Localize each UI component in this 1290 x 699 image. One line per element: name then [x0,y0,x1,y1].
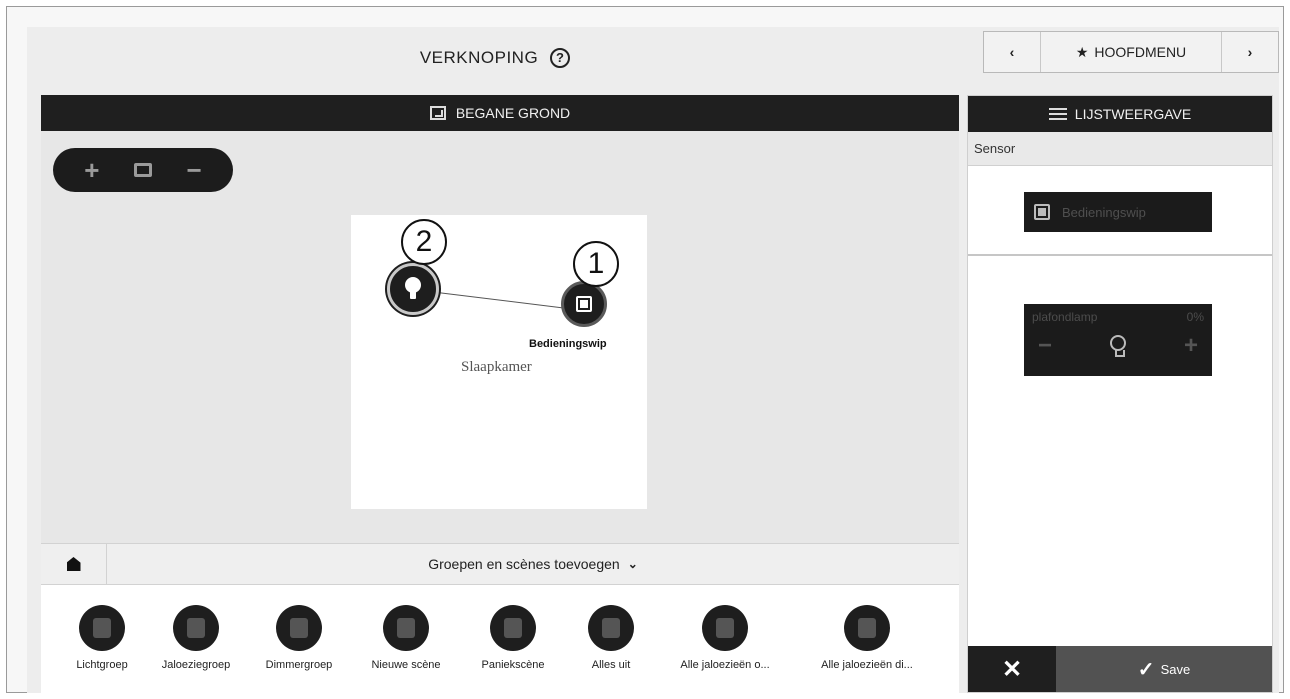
sensor-heading: Sensor [968,132,1272,166]
help-icon[interactable]: ? [550,48,571,68]
save-button[interactable]: ✓ Save [1056,646,1272,692]
callout-1: 1 [573,241,619,287]
bulb-icon [403,277,423,301]
home-icon [66,557,81,571]
star-icon: ★ [1075,43,1089,60]
tray-item-label: Alle jaloezieën di... [821,659,913,671]
bulb-outline-icon [1110,335,1126,357]
main-menu-label: HOOFDMENU [1094,44,1187,60]
actor-controls: − + [1024,330,1212,362]
app-frame: VERKNOPING ? ‹ ★ HOOFDMENU › BEGANE GRON… [6,6,1284,693]
prev-button[interactable]: ‹ [984,32,1040,72]
sensor-area: Bedieningswip [968,166,1272,256]
list-view-title: LIJSTWEERGAVE [1074,106,1192,122]
scene-icon [383,605,429,651]
panic-scene-icon [490,605,536,651]
nav-box: ‹ ★ HOOFDMENU › [983,31,1279,73]
tray-item-label: Alles uit [591,659,631,671]
switch-icon [1034,204,1050,220]
list-view-header: LIJSTWEERGAVE [968,96,1272,132]
main-menu-button[interactable]: ★ HOOFDMENU [1040,32,1222,72]
add-groups-label: Groepen en scènes toevoegen [428,556,620,572]
tray-item-label: Dimmergroep [265,659,333,671]
fit-to-screen-icon[interactable] [133,163,152,177]
zoom-in-button[interactable]: + [84,157,99,183]
check-icon: ✓ [1137,658,1155,681]
all-off-icon [588,605,634,651]
device-label: Bedieningswip [529,338,607,350]
callout-2: 2 [401,219,447,265]
switch-icon [576,296,592,312]
next-button[interactable]: › [1222,32,1278,72]
page-title: VERKNOPING [419,48,539,67]
tray-item-alle-jaloezieen-open[interactable]: Alle jaloezieën o... [665,605,785,671]
app-window: VERKNOPING ? ‹ ★ HOOFDMENU › BEGANE GRON… [27,27,1279,693]
tray-item-label: Jaloeziegroep [161,659,231,671]
room-canvas[interactable]: Bedieningswip Slaapkamer 2 1 [351,215,647,509]
floorplan-title: BEGANE GROND [455,105,571,121]
room-name: Slaapkamer [461,359,532,375]
blinds-close-icon [844,605,890,651]
list-icon [1048,108,1067,120]
list-view-panel: LIJSTWEERGAVE Sensor Bedieningswip plafo… [967,95,1273,693]
save-label: Save [1160,661,1191,677]
group-tray: Lichtgroep Jaloeziegroep Dimmergroep Nie… [41,585,959,693]
increase-button[interactable]: + [1184,332,1198,360]
switch-node[interactable] [561,281,607,327]
floorplan-panel: BEGANE GROND + − Bedieningswip Slaapkame… [41,95,959,693]
tray-item-dimmergroep[interactable]: Dimmergroep [239,605,359,671]
groups-bar: Groepen en scènes toevoegen ⌄ [41,543,959,585]
tray-item-label: Nieuwe scène [371,659,441,671]
floor-icon [429,106,446,120]
decrease-button[interactable]: − [1038,332,1052,360]
tray-item-nieuwe-scene[interactable]: Nieuwe scène [346,605,466,671]
light-group-icon [79,605,125,651]
page-header: VERKNOPING ? [27,27,963,89]
blind-group-icon [173,605,219,651]
actor-header: plafondlamp 0% [1024,304,1212,330]
add-groups-toggle[interactable]: Groepen en scènes toevoegen ⌄ [107,544,959,584]
actor-card[interactable]: plafondlamp 0% − + [1024,304,1212,376]
footer-bar: ✕ ✓ Save [968,646,1272,692]
tray-item-alles-uit[interactable]: Alles uit [551,605,671,671]
sensor-button[interactable]: Bedieningswip [1024,192,1212,232]
lamp-node[interactable] [387,263,439,315]
tray-item-label: Alle jaloezieën o... [680,659,770,671]
floorplan-header: BEGANE GROND [41,95,959,131]
zoom-controls: + − [53,148,233,192]
chevron-down-icon: ⌄ [627,557,638,571]
cancel-button[interactable]: ✕ [968,646,1056,692]
blinds-open-icon [702,605,748,651]
sensor-button-label: Bedieningswip [1062,204,1146,220]
dimmer-group-icon [276,605,322,651]
actor-name: plafondlamp [1032,310,1098,324]
home-button[interactable] [41,544,107,584]
zoom-out-button[interactable]: − [187,157,202,183]
actor-value: 0% [1186,310,1204,324]
tray-item-jaloeziegroep[interactable]: Jaloeziegroep [136,605,256,671]
tray-item-alle-jaloezieen-dicht[interactable]: Alle jaloezieën di... [807,605,927,671]
connection-line [420,290,580,311]
